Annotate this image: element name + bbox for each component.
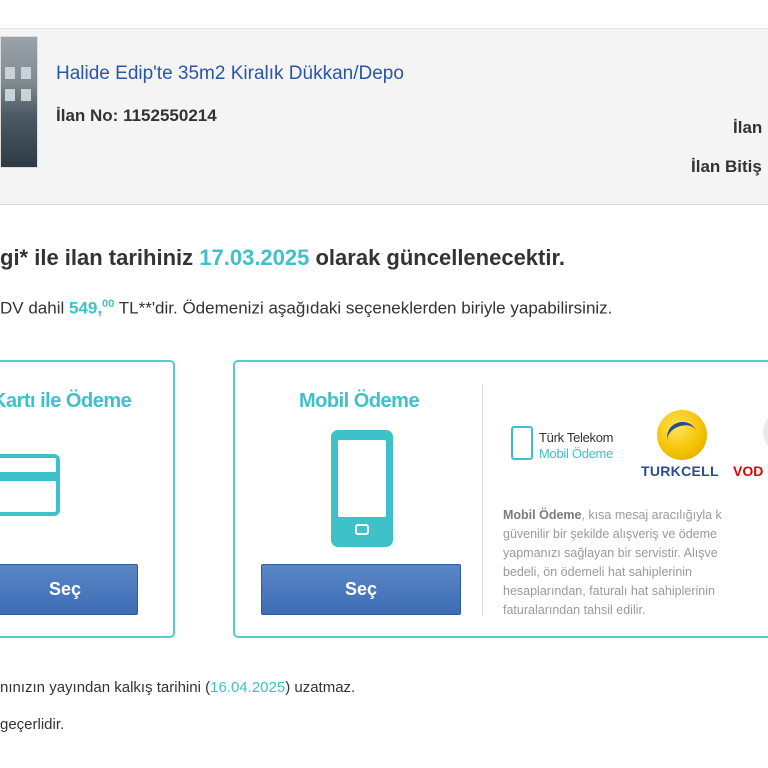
price-main: 549, (68, 298, 103, 318)
price-decimals: 00 (102, 298, 115, 310)
vodafone-logo: VOD (733, 410, 768, 482)
card-payment-option: Kartı ile Ödeme Seç (0, 360, 175, 638)
listing-number: İlan No: 1152550214 (56, 106, 217, 126)
footnote1-suffix: ) uzatmaz. (285, 679, 356, 696)
turk-telekom-name: Türk Telekom (539, 430, 614, 445)
card-payment-title: Kartı ile Ödeme (0, 390, 132, 412)
mobile-payment-description: Mobil Ödeme, kısa mesaj aracılığıyla k g… (503, 506, 768, 620)
turkcell-emblem-icon (657, 410, 707, 460)
listing-number-value: 1152550214 (123, 106, 217, 125)
turkcell-logo: TURKCELL (639, 410, 719, 482)
listing-number-label: İlan No: (56, 106, 119, 125)
description-line3: yapmanızı sağlayan bir servistir. Alışve (503, 546, 718, 560)
update-headline: gi* ile ilan tarihiniz 17.03.2025 olarak… (0, 245, 565, 271)
mobile-phone-icon (331, 430, 393, 547)
divider (482, 384, 483, 616)
description-line6: faturalarından tahsil edilir. (503, 603, 646, 617)
price-prefix: DV dahil (0, 298, 69, 318)
listing-thumbnail[interactable] (0, 36, 38, 168)
turk-telekom-logo: Türk Telekom Mobil Ödeme (511, 424, 631, 468)
description-line2: güvenilir bir şekilde alışveriş ve ödeme (503, 527, 717, 541)
listing-end-date-label: İlan Bitiş (691, 157, 762, 176)
top-bar (0, 0, 768, 29)
headline-date: 17.03.2025 (199, 245, 310, 270)
listing-date-label: İlan (733, 118, 763, 137)
description-bold: Mobil Ödeme (503, 508, 582, 522)
footnote1-prefix: nınızın yayından kalkış tarihini ( (0, 679, 211, 696)
footnote-validity: geçerlidir. (0, 716, 65, 733)
price-suffix: TL**'dir. Ödemenizi aşağıdaki seçenekler… (114, 298, 613, 318)
turk-telekom-subtitle: Mobil Ödeme (539, 446, 614, 461)
price-line: DV dahil 549,00 TL**'dir. Ödemenizi aşağ… (0, 298, 612, 319)
headline-prefix: gi* ile ilan tarihiniz (0, 245, 200, 270)
description-line5: hesaplarından, faturalı hat sahiplerinin (503, 584, 715, 598)
mobile-payment-option: Mobil Ödeme Seç Türk Telekom Mobil Ödeme… (233, 360, 768, 638)
card-payment-select-button[interactable]: Seç (0, 564, 138, 615)
footnote-expiry: nınızın yayından kalkış tarihini (16.04.… (0, 679, 355, 696)
vodafone-emblem-icon (763, 410, 768, 454)
hand-phone-icon (511, 426, 533, 460)
footnote1-date: 16.04.2025 (210, 679, 286, 696)
credit-card-icon (0, 454, 60, 516)
vodafone-name: VOD (733, 463, 764, 479)
headline-suffix: olarak güncellenecektir. (309, 245, 565, 270)
description-line1: , kısa mesaj aracılığıyla k (581, 508, 722, 522)
mobile-payment-select-button[interactable]: Seç (261, 564, 461, 615)
mobile-payment-title: Mobil Ödeme (299, 390, 420, 412)
description-line4: bedeli, ön ödemeli hat sahiplerinin (503, 565, 693, 579)
listing-title-link[interactable]: Halide Edip'te 35m2 Kiralık Dükkan/Depo (56, 63, 404, 85)
turkcell-name: TURKCELL (641, 463, 719, 479)
